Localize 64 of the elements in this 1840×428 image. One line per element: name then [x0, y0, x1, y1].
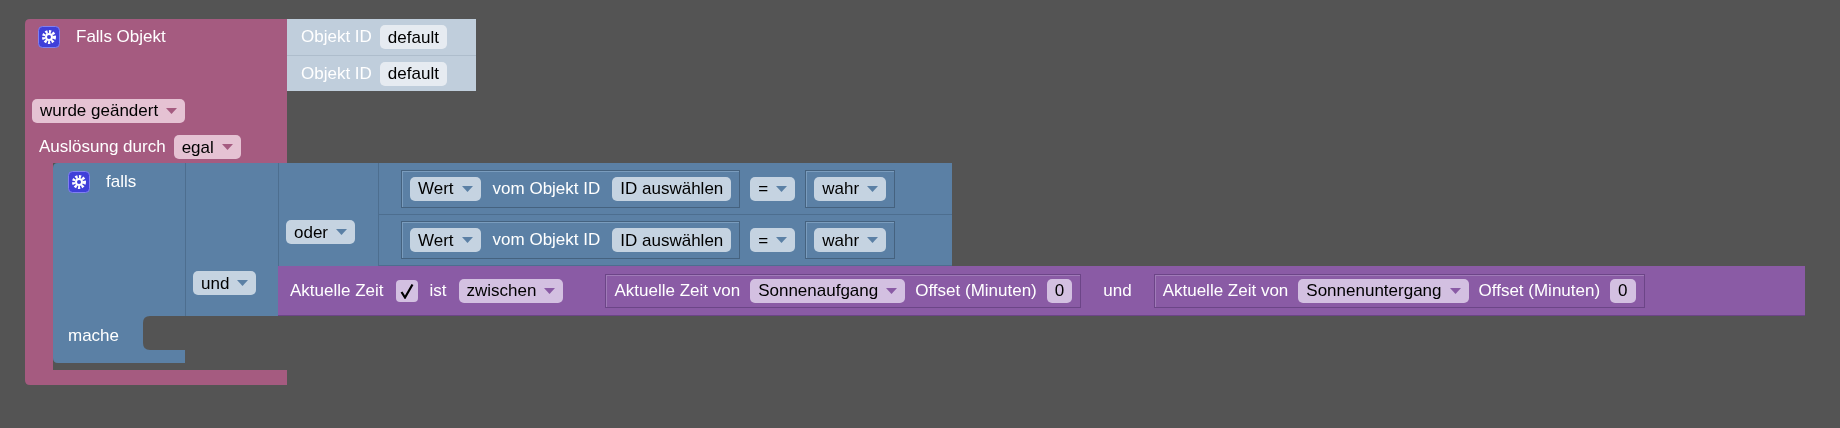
caret-icon: [1449, 287, 1461, 294]
block-label: vom Objekt ID: [492, 177, 601, 200]
logic-block[interactable]: und: [185, 163, 279, 316]
block-label: mache: [68, 326, 120, 345]
block-label: Auslösung durch: [39, 136, 166, 158]
object-id-block[interactable]: Objekt ID default: [287, 55, 476, 91]
block-label: vom Objekt ID: [492, 229, 601, 251]
dropdown[interactable]: und: [193, 271, 257, 295]
compare-block[interactable]: Wert vom Objekt ID ID auswählen = wahr: [378, 163, 952, 215]
caret-icon: [776, 185, 788, 192]
dropdown[interactable]: oder: [286, 220, 356, 244]
settings-icon: [68, 171, 90, 193]
object-id-block[interactable]: Objekt ID default: [287, 19, 476, 55]
text-field[interactable]: default: [379, 25, 447, 49]
block-label: ist: [429, 279, 447, 302]
time-value-block[interactable]: Aktuelle Zeit von Sonnenuntergang Offset (Minuten) 0: [1153, 273, 1645, 308]
id-picker[interactable]: ID auswählen: [612, 228, 732, 252]
logic-block[interactable]: oder: [278, 163, 379, 266]
dropdown[interactable]: zwischen: [458, 278, 564, 303]
caret-icon: [336, 229, 348, 235]
dropdown[interactable]: wahr: [814, 228, 887, 252]
dropdown[interactable]: egal: [173, 135, 241, 159]
block-label: Aktuelle Zeit: [290, 279, 384, 302]
text-field[interactable]: 0: [1610, 278, 1636, 303]
caret-icon: [237, 280, 249, 286]
dropdown[interactable]: =: [750, 228, 796, 252]
dropdown[interactable]: wahr: [814, 176, 887, 201]
caret-icon: [461, 185, 473, 192]
id-picker[interactable]: ID auswählen: [612, 176, 732, 201]
caret-icon: [461, 237, 473, 243]
dropdown[interactable]: wurde geändert: [32, 98, 186, 123]
caret-icon: [776, 237, 788, 243]
dropdown[interactable]: =: [750, 176, 796, 201]
value-block[interactable]: Wert vom Objekt ID ID auswählen: [401, 169, 741, 208]
dropdown[interactable]: Wert: [410, 228, 481, 252]
block-title: falls: [106, 171, 137, 193]
block-label: Offset (Minuten): [915, 279, 1037, 302]
block-label: und: [1103, 279, 1132, 302]
time-block[interactable]: Aktuelle Zeit ist zwischen Aktuelle Zeit von Sonnenaufgang Offset (Minuten) 0 und Aktuelle Zeit von Sonnenuntergang Offset (Minuten) 0: [278, 266, 1805, 316]
block-title: Falls Objekt: [76, 26, 166, 48]
caret-icon: [544, 287, 556, 294]
boolean-block[interactable]: wahr: [805, 221, 896, 259]
text-field[interactable]: default: [379, 61, 447, 86]
value-block[interactable]: Wert vom Objekt ID ID auswählen: [401, 221, 741, 259]
checkbox[interactable]: [395, 279, 418, 302]
condition-block[interactable]: [53, 163, 185, 363]
block-label: Objekt ID: [301, 26, 372, 48]
caret-icon: [886, 287, 898, 294]
dropdown[interactable]: Sonnenaufgang: [750, 278, 906, 303]
caret-icon: [867, 237, 879, 243]
caret-icon: [867, 185, 879, 192]
caret-icon: [166, 107, 178, 114]
time-value-block[interactable]: Aktuelle Zeit von Sonnenaufgang Offset (Minuten) 0: [605, 273, 1082, 308]
dropdown[interactable]: Wert: [410, 176, 481, 201]
caret-icon: [221, 144, 233, 150]
boolean-block[interactable]: wahr: [805, 169, 896, 208]
text-field[interactable]: 0: [1046, 278, 1073, 303]
block-label: Aktuelle Zeit von: [1162, 279, 1289, 302]
block-label: Offset (Minuten): [1478, 279, 1601, 302]
compare-block[interactable]: Wert vom Objekt ID ID auswählen = wahr: [378, 215, 952, 266]
block-label: Objekt ID: [301, 62, 372, 85]
settings-icon: [38, 26, 60, 48]
block-label: Aktuelle Zeit von: [614, 279, 741, 302]
dropdown[interactable]: Sonnenuntergang: [1298, 278, 1469, 303]
